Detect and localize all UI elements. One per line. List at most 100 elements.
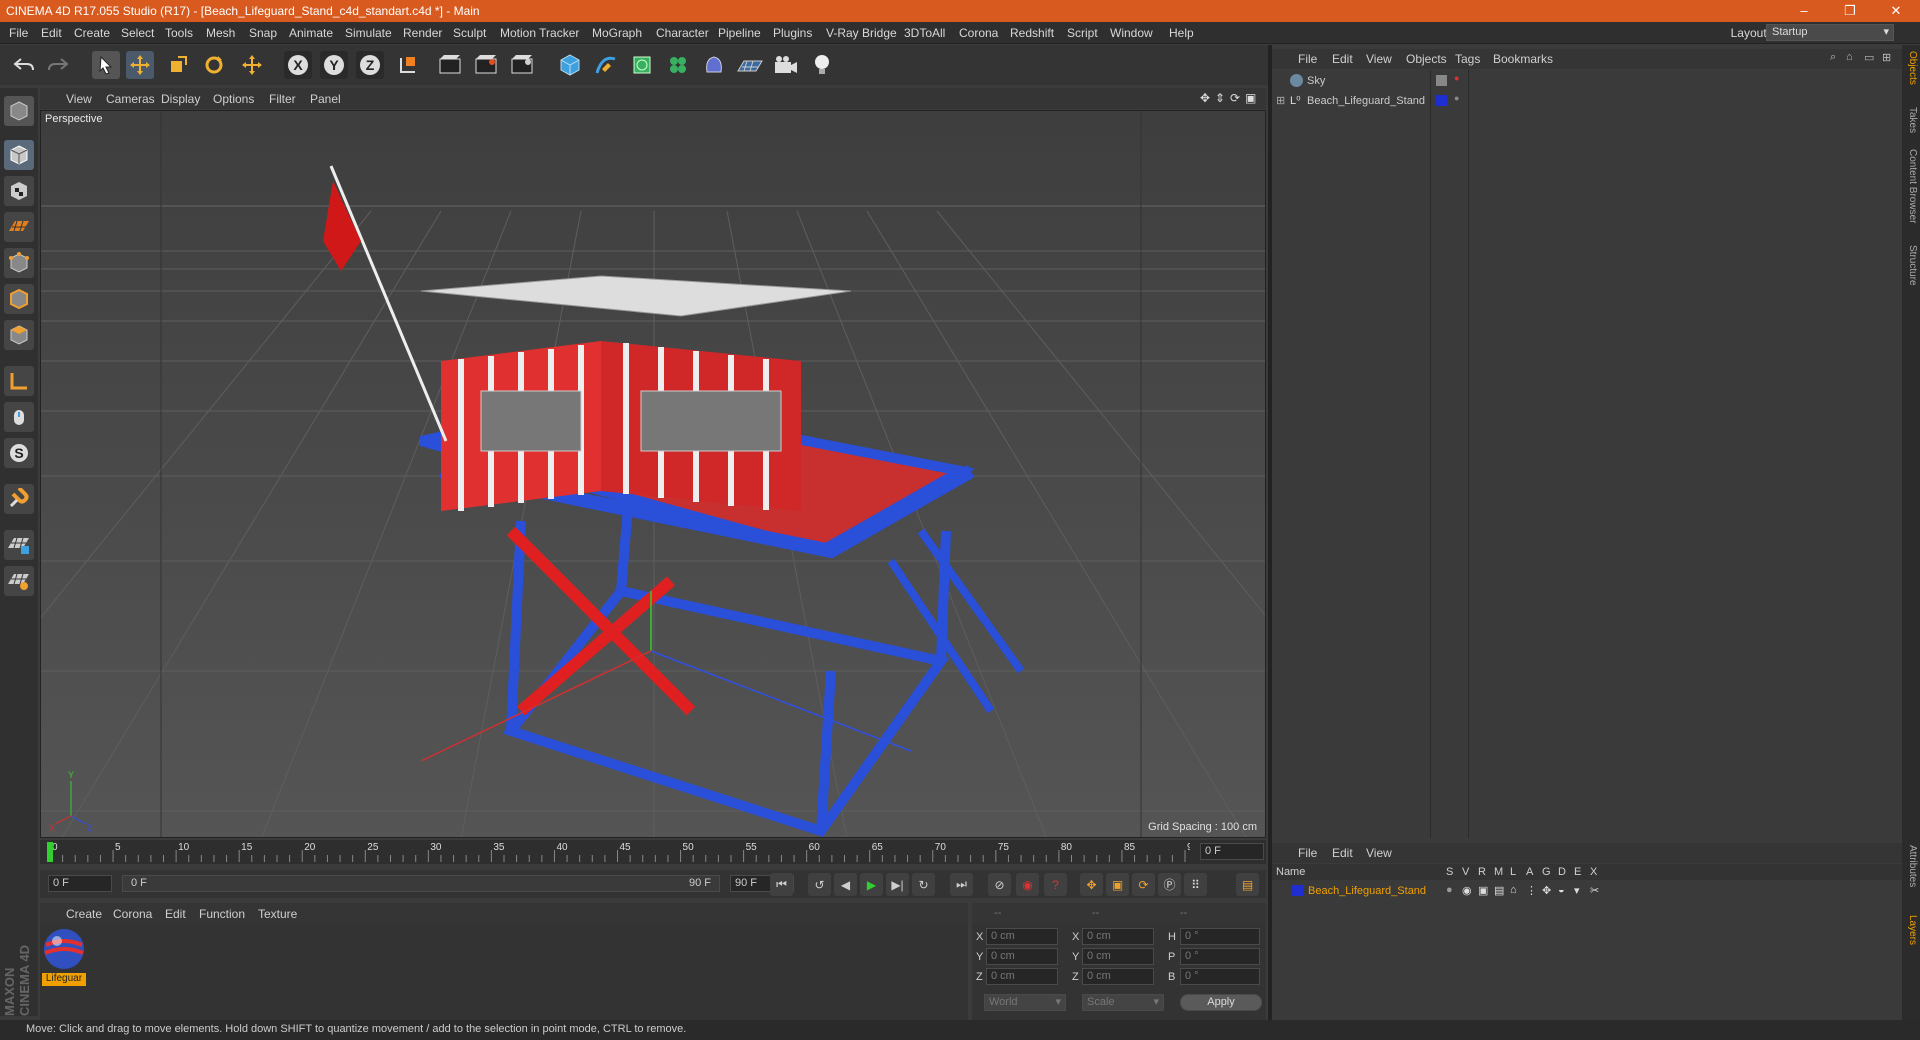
om-menu-tags[interactable]: Tags — [1455, 52, 1480, 66]
menu-file[interactable]: File — [9, 26, 28, 40]
menu-mesh[interactable]: Mesh — [206, 26, 235, 40]
new-view-icon[interactable]: ▭ — [1864, 51, 1874, 64]
apply-button[interactable]: Apply — [1180, 994, 1262, 1011]
cube-primitive-button[interactable] — [556, 51, 584, 79]
workplane-mode-button[interactable] — [4, 212, 34, 242]
xref-toggle-icon[interactable]: ✂ — [1590, 884, 1599, 897]
viewport-move-icon[interactable]: ✥ — [1200, 91, 1210, 105]
size-y-field[interactable]: 0 cm — [1082, 948, 1154, 965]
vp-menu-options[interactable]: Options — [213, 92, 254, 106]
om-menu-view[interactable]: View — [1366, 52, 1392, 66]
menu-corona[interactable]: Corona — [959, 26, 998, 40]
layout-dropdown[interactable]: Startup ▾ — [1766, 24, 1894, 41]
tab-attributes[interactable]: Attributes — [1904, 845, 1918, 887]
position-x-field[interactable]: 0 cm — [986, 928, 1058, 945]
menu-motion-tracker[interactable]: Motion Tracker — [500, 26, 579, 40]
menu-animate[interactable]: Animate — [289, 26, 333, 40]
spline-pen-button[interactable] — [592, 51, 620, 79]
position-y-field[interactable]: 0 cm — [986, 948, 1058, 965]
viewport-zoom-icon[interactable]: ⇕ — [1215, 91, 1225, 105]
menu-simulate[interactable]: Simulate — [345, 26, 392, 40]
solo-toggle-icon[interactable]: ● — [1446, 884, 1453, 896]
position-z-field[interactable]: 0 cm — [986, 968, 1058, 985]
move-object-tool[interactable] — [238, 51, 266, 79]
layer-color-swatch[interactable] — [1292, 885, 1303, 896]
locked-workplane-button[interactable] — [4, 530, 34, 560]
x-axis-lock[interactable]: X — [284, 51, 312, 79]
vp-menu-cameras[interactable]: Cameras — [106, 92, 155, 106]
redo-button[interactable] — [44, 51, 72, 79]
rotation-h-field[interactable]: 0 ° — [1180, 928, 1260, 945]
record-position-button[interactable]: ⊘ — [988, 873, 1011, 896]
collapse-icon[interactable]: ⊞ — [1882, 51, 1891, 64]
lock-icon[interactable]: ⌂ — [1510, 884, 1517, 896]
autokey-button[interactable]: ◉ — [1016, 873, 1039, 896]
edges-mode-button[interactable] — [4, 284, 34, 314]
menu-character[interactable]: Character — [656, 26, 709, 40]
timeline-window-button[interactable]: ▤ — [1236, 873, 1259, 896]
range-slider[interactable]: 0 F 90 F — [122, 875, 720, 892]
vp-menu-filter[interactable]: Filter — [269, 92, 296, 106]
previous-key-button[interactable]: ↺ — [808, 873, 831, 896]
visibility-dot-icon[interactable]: ● — [1454, 93, 1459, 103]
render-toggle-icon[interactable]: ▣ — [1478, 884, 1488, 897]
mat-menu-texture[interactable]: Texture — [258, 907, 297, 921]
maximize-button[interactable]: ❐ — [1830, 1, 1870, 21]
texture-mode-button[interactable] — [4, 176, 34, 206]
menu-redshift[interactable]: Redshift — [1010, 26, 1054, 40]
close-button[interactable]: ✕ — [1876, 1, 1916, 21]
render-view-button[interactable] — [436, 51, 464, 79]
lm-menu-view[interactable]: View — [1366, 846, 1392, 860]
step-back-button[interactable]: ◀ — [834, 873, 857, 896]
object-row-lifeguard-stand[interactable]: ⊞ L⁰ Beach_Lifeguard_Stand ● — [1272, 93, 1902, 111]
menu-sculpt[interactable]: Sculpt — [453, 26, 486, 40]
tab-layers[interactable]: Layers — [1904, 915, 1918, 945]
mat-menu-corona[interactable]: Corona — [113, 907, 152, 921]
points-mode-button[interactable] — [4, 248, 34, 278]
deformer-toggle-icon[interactable]: ◒ — [1558, 884, 1565, 896]
vp-menu-view[interactable]: View — [66, 92, 92, 106]
menu-plugins[interactable]: Plugins — [773, 26, 812, 40]
menu-pipeline[interactable]: Pipeline — [718, 26, 761, 40]
tab-objects[interactable]: Objects — [1904, 51, 1918, 85]
mat-menu-create[interactable]: Create — [66, 907, 102, 921]
lm-menu-edit[interactable]: Edit — [1332, 846, 1353, 860]
current-frame-field[interactable]: 0 F — [1200, 843, 1264, 860]
expand-icon[interactable]: ⊞ — [1276, 94, 1285, 107]
size-x-field[interactable]: 0 cm — [1082, 928, 1154, 945]
snap-mode-button[interactable]: S — [4, 438, 34, 468]
model-mode-button[interactable] — [4, 140, 34, 170]
eye-icon[interactable]: ◉ — [1462, 884, 1472, 897]
tab-takes[interactable]: Takes — [1904, 107, 1918, 133]
object-row-sky[interactable]: Sky ● — [1272, 73, 1902, 91]
viewport-rotate-icon[interactable]: ⟳ — [1230, 91, 1240, 105]
mat-menu-function[interactable]: Function — [199, 907, 245, 921]
axis-mode-button[interactable] — [4, 366, 34, 396]
viewport-maximize-icon[interactable]: ▣ — [1245, 91, 1256, 105]
om-menu-objects[interactable]: Objects — [1406, 52, 1447, 66]
home-icon[interactable]: ⌂ — [1846, 51, 1853, 63]
undo-button[interactable] — [10, 51, 38, 79]
key-parameter-button[interactable]: Ⓟ — [1158, 873, 1181, 896]
y-axis-lock[interactable]: Y — [320, 51, 348, 79]
move-tool[interactable] — [126, 51, 154, 79]
step-forward-button[interactable]: ▶| — [886, 873, 909, 896]
menu-3dtoall[interactable]: 3DToAll — [904, 26, 945, 40]
make-editable-button[interactable] — [4, 96, 34, 126]
menu-tools[interactable]: Tools — [165, 26, 193, 40]
key-position-button[interactable]: ✥ — [1080, 873, 1103, 896]
menu-window[interactable]: Window — [1110, 26, 1153, 40]
camera-button[interactable] — [772, 51, 800, 79]
tab-content-browser[interactable]: Content Browser — [1904, 149, 1918, 223]
key-rotation-button[interactable]: ⟳ — [1132, 873, 1155, 896]
menu-script[interactable]: Script — [1067, 26, 1098, 40]
play-button[interactable]: ▶ — [860, 873, 883, 896]
vp-menu-panel[interactable]: Panel — [310, 92, 341, 106]
menu-select[interactable]: Select — [121, 26, 154, 40]
render-settings-button[interactable] — [508, 51, 536, 79]
vp-menu-display[interactable]: Display — [161, 92, 200, 106]
rotation-b-field[interactable]: 0 ° — [1180, 968, 1260, 985]
key-pla-button[interactable]: ⠿ — [1184, 873, 1207, 896]
menu-render[interactable]: Render — [403, 26, 442, 40]
z-axis-lock[interactable]: Z — [356, 51, 384, 79]
